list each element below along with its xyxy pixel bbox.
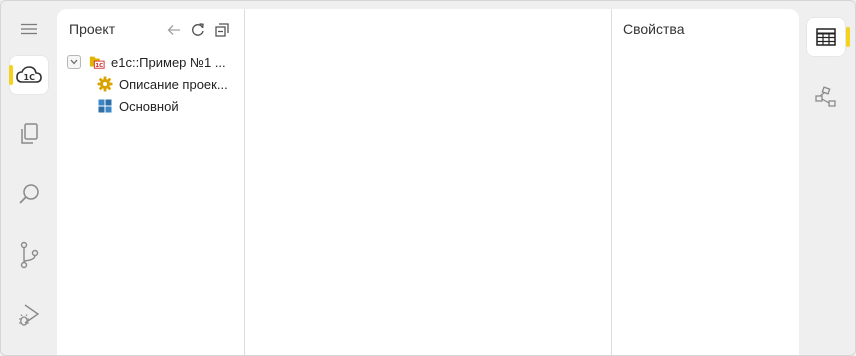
tree-item-description[interactable]: Описание проек...: [67, 73, 243, 95]
gear-icon: [97, 76, 113, 92]
svg-text:1C: 1C: [24, 73, 36, 82]
refresh-icon[interactable]: [189, 21, 207, 39]
properties-title: Свойства: [623, 21, 685, 37]
activity-bar: 1C: [0, 0, 57, 356]
tree-item-label: e1c::Пример №1 ...: [111, 54, 226, 70]
branch-icon[interactable]: [9, 235, 49, 275]
grid-subsystem-icon: [97, 98, 113, 114]
structure-icon[interactable]: [806, 77, 846, 117]
menu-icon[interactable]: [17, 20, 41, 38]
back-arrow-icon[interactable]: [165, 21, 183, 39]
properties-panel: Свойства: [612, 9, 799, 356]
collapse-all-icon[interactable]: [213, 21, 231, 39]
chevron-down-icon[interactable]: [67, 55, 81, 69]
project-panel-toolbar: [165, 21, 231, 39]
table-icon[interactable]: [806, 17, 850, 57]
project-panel: Проект 1С e1c::Пример №1 ... Описание пр…: [57, 9, 245, 356]
tree-item-label: Основной: [119, 98, 179, 114]
project-tree: 1С e1c::Пример №1 ... Описание проек... …: [67, 51, 243, 117]
run-debug-icon[interactable]: [9, 295, 49, 335]
right-sidebar: [799, 0, 856, 356]
search-icon[interactable]: [9, 174, 49, 214]
cloud-1c-icon[interactable]: 1C: [9, 55, 49, 95]
editor-area[interactable]: [245, 9, 612, 356]
project-folder-1c-icon: 1С: [89, 54, 105, 70]
copy-icon[interactable]: [9, 114, 49, 154]
project-panel-title: Проект: [69, 21, 116, 37]
main-workspace: Проект 1С e1c::Пример №1 ... Описание пр…: [57, 9, 799, 356]
tree-item-project[interactable]: 1С e1c::Пример №1 ...: [67, 51, 243, 73]
tree-item-label: Описание проек...: [119, 76, 228, 92]
svg-text:1С: 1С: [95, 63, 103, 69]
tree-item-main-subsystem[interactable]: Основной: [67, 95, 243, 117]
